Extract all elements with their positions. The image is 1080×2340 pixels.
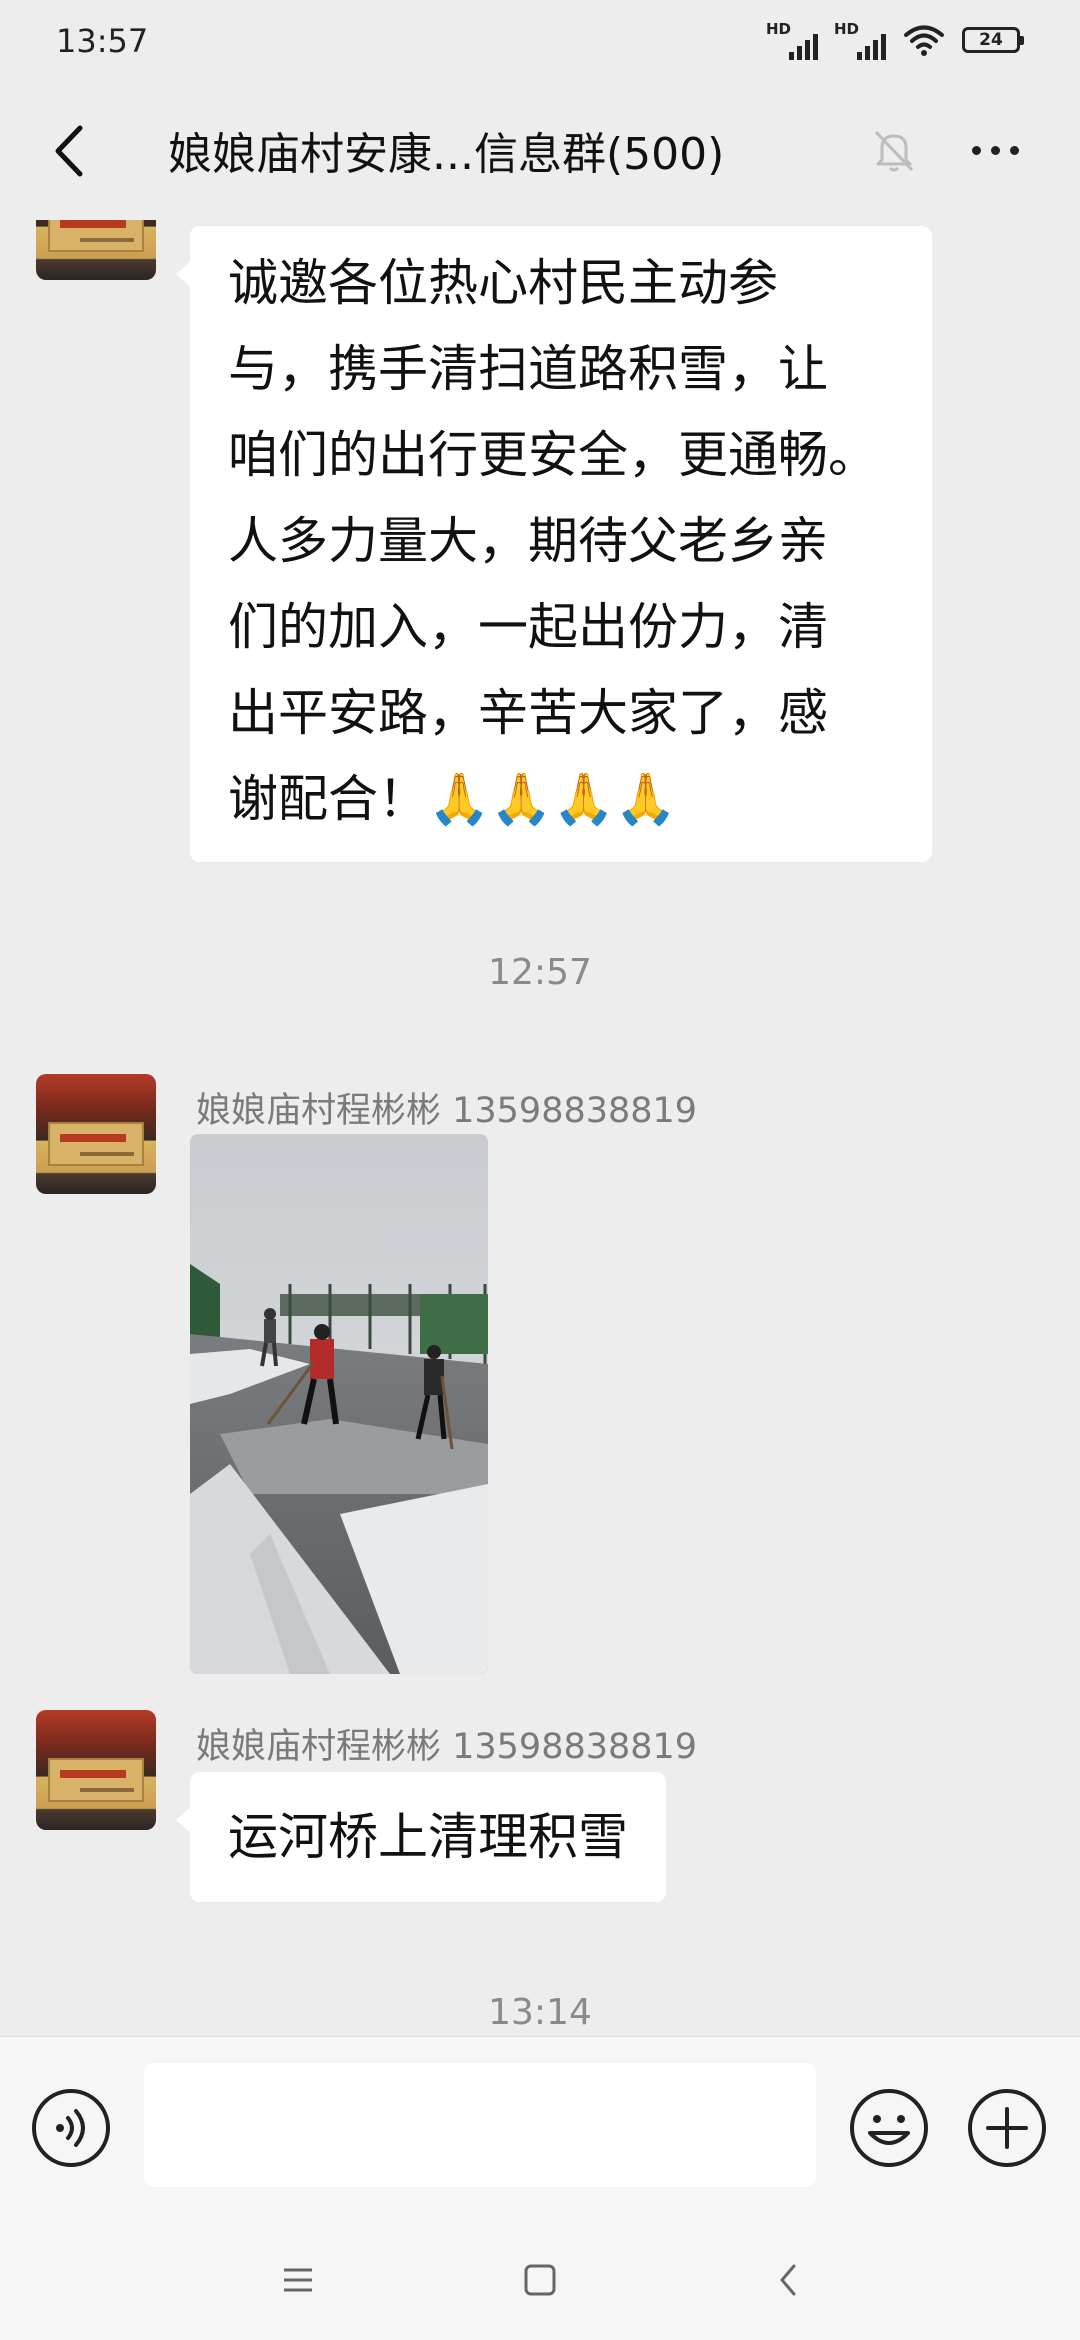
input-bar [0,2036,1080,2221]
system-nav-bar [0,2220,1080,2340]
chevron-left-icon[interactable] [36,116,106,186]
battery-level: 24 [979,30,1003,50]
timestamp: 12:57 [488,952,592,993]
signal-icon: HD [766,20,818,60]
signal-hd-label: HD [834,20,860,38]
message-text-line: 们的加入，一起出份力，清 [228,598,828,656]
snow-photo-image [190,1134,488,1674]
bell-off-icon [874,130,914,172]
message-bubble[interactable]: 运河桥上清理积雪 [176,1772,666,1902]
signal-hd-label: HD [766,20,792,38]
plus-icon[interactable] [966,2087,1048,2169]
more-dots-icon[interactable] [960,122,1030,178]
menu-icon[interactable] [268,2250,328,2310]
message-text-line: 诚邀各位热心村民主动参 [228,254,778,312]
sender-name: 娘娘庙村程彬彬 13598838819 [196,1727,698,1767]
chat-header: 娘娘庙村安康...信息群(500) [0,86,1080,220]
wifi-icon [904,25,944,56]
avatar[interactable] [36,220,156,280]
message-text-line: 人多力量大，期待父老乡亲 [228,512,828,570]
status-bar: 13:57 HD HD 24 [0,0,1080,86]
avatar[interactable] [36,1074,156,1194]
photo-message[interactable] [190,1134,488,1674]
signal-icon: HD [834,20,886,60]
chat-title[interactable]: 娘娘庙村安康...信息群(500) [168,118,724,182]
timestamp: 13:14 [488,1992,592,2033]
battery-icon: 24 [962,27,1024,53]
emoji-icon[interactable] [848,2087,930,2169]
message-bubble[interactable]: 诚邀各位热心村民主动参 与，携手清扫道路积雪，让 咱们的出行更安全，更通畅。 人… [176,226,932,862]
avatar[interactable] [36,1710,156,1830]
back-icon[interactable] [758,2250,818,2310]
voice-icon[interactable] [30,2087,112,2169]
sender-name: 娘娘庙村程彬彬 13598838819 [196,1091,698,1131]
home-icon[interactable] [510,2250,570,2310]
message-list[interactable]: 诚邀各位热心村民主动参 与，携手清扫道路积雪，让 咱们的出行更安全，更通畅。 人… [0,220,1080,2036]
message-input[interactable] [144,2063,816,2187]
message-text: 运河桥上清理积雪 [228,1808,628,1866]
message-text-line: 与，携手清扫道路积雪，让 [228,340,828,398]
status-time: 13:57 [56,22,149,60]
message-text-line: 咱们的出行更安全，更通畅。 [228,426,878,484]
message-text-line: 出平安路，辛苦大家了，感 [228,684,828,742]
status-icons: HD HD 24 [766,20,1024,60]
message-text-line: 谢配合！🙏🙏🙏🙏 [228,770,678,828]
